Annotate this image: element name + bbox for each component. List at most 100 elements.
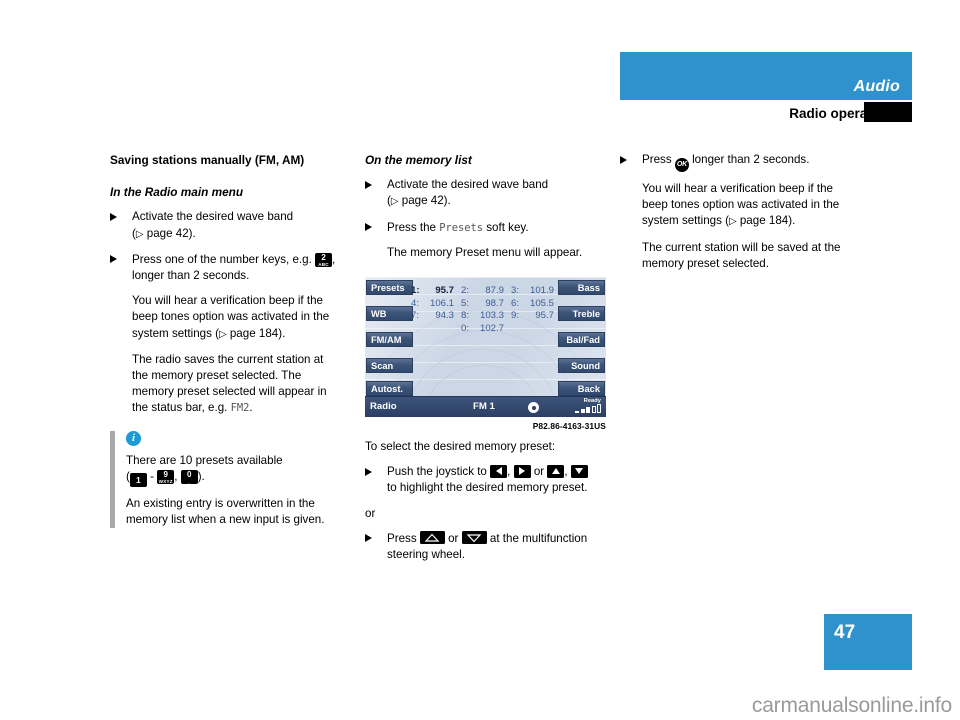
page-ref-text: page 42 [146,226,189,240]
list-item: Push the joystick to , or , to highlight… [365,464,597,496]
or-text: or [448,531,459,545]
preset-index[interactable]: 3: [511,285,522,298]
ok-button-icon: OK [674,158,689,172]
paragraph: The radio saves the current station at t… [110,352,342,417]
preset-index[interactable]: 9: [511,310,522,323]
bullet-text: Push the joystick to [387,465,487,479]
preset-index[interactable]: 7: [411,310,422,323]
key-number: 9 [163,469,168,479]
list-item: Press OK longer than 2 seconds. [620,152,852,172]
paragraph: You will hear a verification beep if the… [620,181,852,231]
info-icon: i [126,430,141,446]
joystick-up-icon [547,464,565,478]
note-comma: , [174,469,178,483]
signal-strength-icon [575,404,601,413]
preset-index[interactable]: 0: [461,323,472,336]
radio-status-bar: Radio FM 1 Ready [365,396,606,417]
preset-table: 1: 95.7 2: 87.9 3: 101.9 4: 106.1 5: 98.… [411,285,561,335]
softkey-name: Presets [439,221,484,234]
softkey-bal-fad[interactable]: Bal/Fad [558,332,605,347]
middle-column-lower: To select the desired memory preset: Pus… [365,439,597,572]
note-dash: - [150,469,154,483]
header-accent-bar: Audio [620,52,912,100]
left-subheading: In the Radio main menu [110,185,244,200]
softkey-wb[interactable]: WB [366,306,413,321]
page-ref-arrow-icon: ▷ [728,216,740,228]
sep-comma: , [564,465,568,479]
page-ref-close: ). [443,194,451,208]
note-text: There are 10 presets available [126,453,283,467]
number-key-2-icon: 2 ABC [315,252,333,267]
note-paragraph: There are 10 presets available (1 - 9 WXY… [126,453,342,487]
key-letters: WXYZ [158,478,173,484]
preset-index[interactable]: 8: [461,310,472,323]
bullet-triangle-icon [365,223,372,232]
radio-display-figure: Presets WB FM/AM Scan Autost. Bass Trebl… [365,277,606,417]
right-column: Press OK longer than 2 seconds. You will… [620,152,852,281]
page-ref-close: ). [788,214,796,228]
preset-frequency[interactable]: 105.5 [522,298,561,311]
preset-index[interactable]: 2: [461,285,472,298]
preset-frequency[interactable]: 95.7 [422,285,461,298]
preset-frequency[interactable]: 101.9 [522,285,561,298]
section-title: Radio operation [789,106,892,121]
preset-frequency[interactable]: 106.1 [422,298,461,311]
bullet-triangle-icon [110,212,117,221]
bullet-triangle-icon [620,155,627,164]
middle-column: On the memory list Activate the desired … [365,152,597,270]
preset-frequency[interactable]: 87.9 [472,285,511,298]
left-column: Saving stations manually (FM, AM) In the… [110,152,342,537]
list-item: Activate the desired wave band (▷ page 4… [110,209,342,242]
list-item: Press the Presets soft key. [365,220,597,236]
table-row: 4: 106.1 5: 98.7 6: 105.5 [411,298,561,311]
preset-frequency[interactable]: 102.7 [472,323,511,336]
left-heading: Saving stations manually (FM, AM) [110,153,305,167]
section-tab-marker [864,102,912,122]
softkey-presets[interactable]: Presets [366,280,413,295]
bullet-text: Activate the desired wave band [387,178,549,192]
bullet-text: Press one of the number keys, e.g. [132,252,312,266]
softkey-autostore[interactable]: Autost. [366,381,413,396]
preset-index[interactable]: 6: [511,298,522,311]
table-row: 0: 102.7 [411,323,561,336]
softkey-back[interactable]: Back [558,381,605,396]
info-note-box: i There are 10 presets available (1 - 9W… [110,430,342,529]
preset-frequency[interactable]: 103.3 [472,310,511,323]
preset-frequency[interactable]: 98.7 [472,298,511,311]
memory-preset-grid: 1: 95.7 2: 87.9 3: 101.9 4: 106.1 5: 98.… [411,285,561,335]
softkey-fm-am[interactable]: FM/AM [366,332,413,347]
softkey-treble[interactable]: Treble [558,306,605,321]
joystick-down-icon [570,464,588,478]
status-band-label: FM 1 [473,401,495,412]
paragraph-text: The radio saves the current station at t… [132,352,327,415]
preset-index[interactable]: 1: [411,285,422,298]
joystick-left-icon [490,464,508,478]
bullet-triangle-icon [365,180,372,189]
steering-wheel-up-icon [419,531,445,545]
preset-frequency [422,323,461,336]
list-item: Press or at the multifunction steering w… [365,531,597,563]
page-ref-arrow-icon: ▷ [135,228,147,240]
paragraph-text-tail: . [249,401,253,415]
preset-index[interactable]: 4: [411,298,422,311]
bullet-text: Press the [387,220,436,234]
figure-caption: P82.86-4163-31US [532,421,606,431]
bullet-text: Press [642,153,672,166]
status-bar-value: FM2 [230,402,250,415]
list-item: Press one of the number keys, e.g. 2 ABC… [110,252,342,284]
radio-screen: Presets WB FM/AM Scan Autost. Bass Trebl… [365,277,606,417]
preset-frequency[interactable]: 94.3 [422,310,461,323]
preset-frequency[interactable]: 95.7 [522,310,561,323]
paragraph: The memory Preset menu will appear. [387,245,583,259]
preset-index [511,323,522,336]
key-number: 2 [321,252,326,262]
softkey-sound[interactable]: Sound [558,358,605,373]
or-connector: or [365,506,376,520]
bullet-triangle-icon [110,255,117,264]
bullet-text-tail: soft key. [486,220,529,234]
softkey-bass[interactable]: Bass [558,280,605,295]
preset-index[interactable]: 5: [461,298,472,311]
watermark: carmanualsonline.info [751,694,952,717]
preset-index [411,323,422,336]
softkey-scan[interactable]: Scan [366,358,413,373]
